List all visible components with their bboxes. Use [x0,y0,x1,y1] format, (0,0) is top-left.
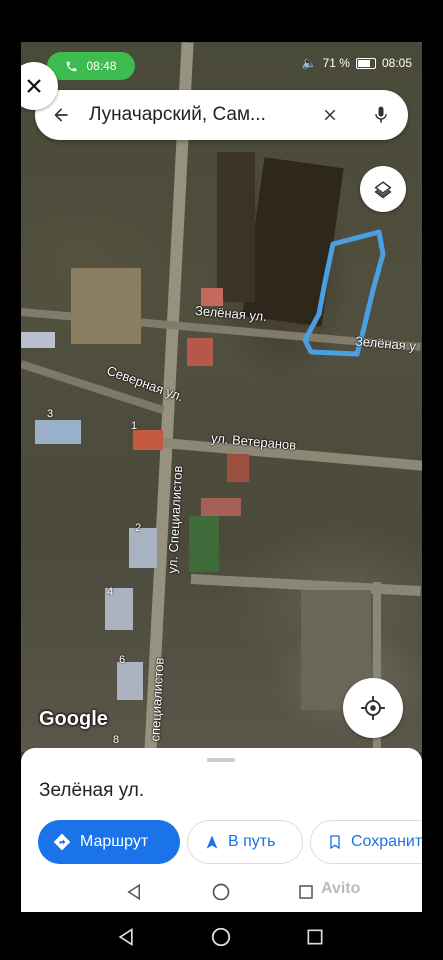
clock: 08:05 [381,56,412,70]
layers-icon [374,181,392,199]
ongoing-call-pill[interactable]: 08:48 [47,52,135,80]
sheet-drag-handle[interactable] [207,758,235,762]
phone-screen: Зелёная ул. Зелёная у Северная ул. ул. В… [21,42,422,912]
system-nav-bar [0,912,443,960]
clear-icon[interactable] [321,106,339,124]
vibrate-icon: 🔈 [301,56,317,70]
house-number: 2 [135,522,142,534]
house-number: 8 [113,734,120,746]
my-location-icon [361,696,385,720]
nav-recents-icon[interactable] [297,883,315,901]
house-number: 1 [131,420,138,432]
satellite-map[interactable]: Зелёная ул. Зелёная у Северная ул. ул. В… [21,42,422,752]
route-button[interactable]: Маршрут [38,820,180,864]
status-bar: 08:48 🔈 71 % 08:05 [21,42,422,86]
place-bottom-sheet[interactable]: Зелёная ул. Маршрут В путь Сохранить Avi… [21,748,422,912]
house-number: 3 [47,408,54,420]
start-navigation-button[interactable]: В путь [187,820,303,864]
place-title: Зелёная ул. [39,780,145,801]
house-number: 6 [119,654,126,666]
back-arrow-icon[interactable] [51,105,71,125]
directions-icon [53,833,71,851]
house-number: 4 [107,586,114,598]
mic-icon[interactable] [371,104,391,126]
battery-icon [355,57,376,69]
battery-percent: 71 % [322,56,350,70]
search-bar[interactable]: Луначарский, Сам... [35,90,408,140]
phone-icon [67,61,77,71]
google-attribution: Google [39,708,108,730]
search-query[interactable]: Луначарский, Сам... [89,104,266,126]
layers-button[interactable] [360,166,406,212]
call-time: 08:48 [86,59,117,73]
nav-home-icon[interactable] [210,926,232,948]
status-icons: 🔈 71 % 08:05 [302,56,412,70]
save-button[interactable]: Сохранить [310,820,422,864]
avito-watermark: Avito [321,880,361,897]
my-location-button[interactable] [343,678,403,738]
navigation-icon [206,835,218,849]
nav-home-icon[interactable] [211,882,231,902]
screen-frame: Зелёная ул. Зелёная у Северная ул. ул. В… [0,0,443,960]
nav-back-icon[interactable] [116,926,136,948]
save-label: Сохранить [351,833,422,850]
route-label: Маршрут [80,833,149,850]
nav-recents-icon[interactable] [305,927,325,947]
inner-nav-bar [21,872,422,912]
plot-outline [302,229,386,357]
nav-back-icon[interactable] [125,882,143,902]
close-icon [27,79,41,93]
bookmark-icon [330,835,340,850]
go-label: В путь [228,833,276,850]
